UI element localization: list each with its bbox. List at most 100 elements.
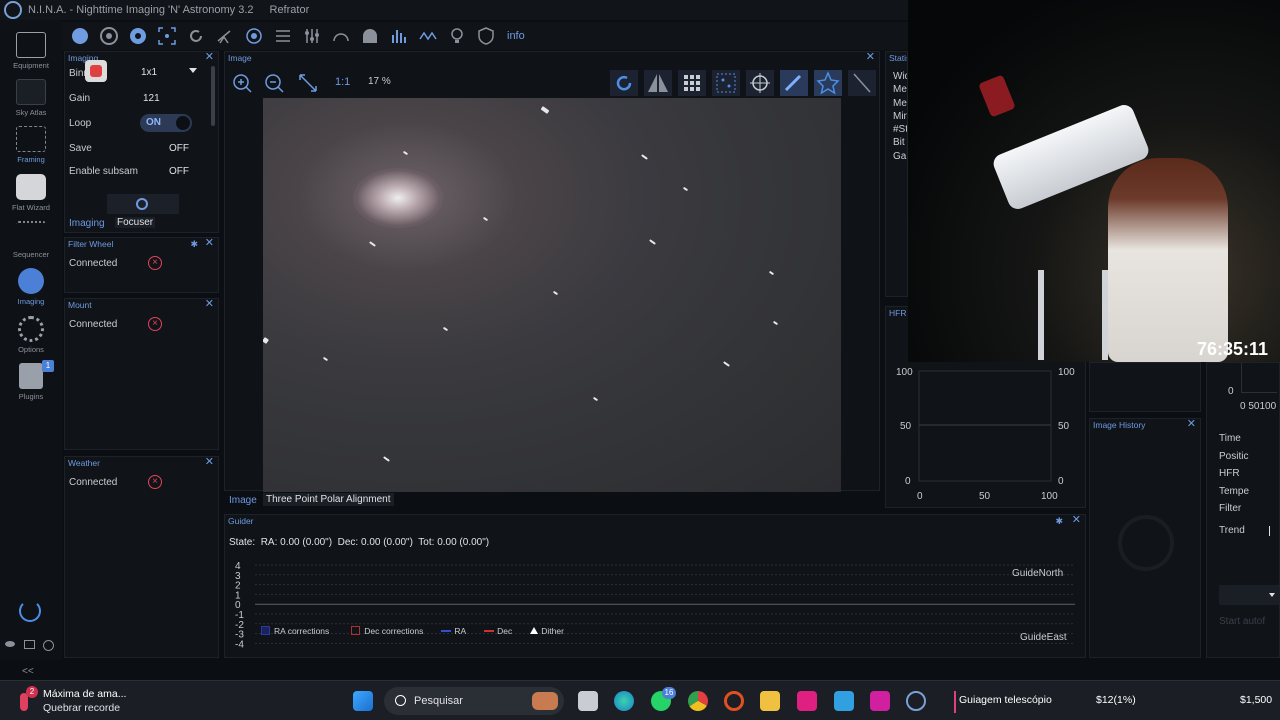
dotted-grid-icon xyxy=(716,73,736,93)
guider-state-line: State: RA: 0.00 (0.00") Dec: 0.00 (0.00"… xyxy=(229,537,489,548)
star xyxy=(552,290,559,296)
disconnected-icon[interactable]: × xyxy=(148,317,162,331)
dome-toolbar-button[interactable] xyxy=(358,24,382,48)
collapse-sidebar-button[interactable]: << xyxy=(22,666,34,677)
opera-icon[interactable] xyxy=(724,691,744,711)
taskbar-search[interactable]: Pesquisar xyxy=(384,687,564,715)
book-icon[interactable] xyxy=(24,640,35,649)
annotate-button[interactable] xyxy=(780,70,808,96)
scrollbar[interactable] xyxy=(211,66,215,126)
hfr-y-right-tick: 0 xyxy=(1058,476,1064,487)
hfr-y-left-tick: 0 xyxy=(905,476,911,487)
stretch-button[interactable] xyxy=(848,70,876,96)
sequence-toolbar-button[interactable] xyxy=(271,24,295,48)
legend-dec-corrections-swatch xyxy=(351,626,361,635)
close-icon[interactable]: ✕ xyxy=(1072,514,1081,527)
filter-wheel-toolbar-button[interactable] xyxy=(97,24,121,48)
guider-title: Guider xyxy=(228,516,254,526)
star xyxy=(383,456,390,462)
camera-toolbar-button[interactable] xyxy=(68,24,92,48)
focuser-toolbar-button[interactable] xyxy=(126,24,150,48)
tab-three-point-polar-alignment[interactable]: Three Point Polar Alignment xyxy=(263,493,394,506)
app-magenta-icon[interactable] xyxy=(870,691,890,711)
sidebar-item-framing[interactable]: Framing xyxy=(0,126,62,164)
sidebar-item-imaging[interactable]: Imaging xyxy=(0,268,62,306)
graph-toolbar-button[interactable] xyxy=(416,24,440,48)
disconnected-icon[interactable]: × xyxy=(148,475,162,489)
legend-dither-triangle xyxy=(530,627,539,634)
windows-start-icon[interactable] xyxy=(353,691,373,711)
stat-row: Med xyxy=(893,97,907,109)
power-icon[interactable] xyxy=(19,600,41,622)
tab-imaging[interactable]: Imaging xyxy=(69,218,105,229)
close-icon[interactable]: ✕ xyxy=(205,237,214,250)
filter-wheel-panel: Filter Wheel ✱ ✕ Connected × xyxy=(64,237,219,293)
gain-input[interactable]: 121 xyxy=(143,93,160,104)
sliders-icon xyxy=(305,29,319,43)
save-toggle[interactable]: OFF xyxy=(169,143,189,154)
chart-toolbar-button[interactable] xyxy=(387,24,411,48)
captured-image[interactable] xyxy=(263,98,841,492)
mount-toolbar-button[interactable] xyxy=(213,24,237,48)
info-toolbar-button[interactable]: info xyxy=(507,30,525,42)
rotator-toolbar-button[interactable] xyxy=(184,24,208,48)
disconnected-icon[interactable]: × xyxy=(148,256,162,270)
nina-taskbar-icon[interactable] xyxy=(906,691,926,711)
tab-image[interactable]: Image xyxy=(229,495,257,506)
auto-stretch-button[interactable] xyxy=(610,70,638,96)
filter-wheel-status: Connected xyxy=(69,258,118,269)
close-icon[interactable]: ✕ xyxy=(205,456,214,469)
hfr-x-tick: 50 xyxy=(979,491,991,502)
zoom-in-button[interactable] xyxy=(231,72,253,94)
hfr-y-right-tick: 50 xyxy=(1058,421,1070,432)
music-track[interactable]: Guiagem telescópio xyxy=(959,694,1052,706)
gain-label: Gain xyxy=(69,93,91,104)
task-view-icon[interactable] xyxy=(578,691,598,711)
guider-toolbar-button[interactable] xyxy=(242,24,266,48)
puzzle-icon xyxy=(19,363,43,389)
adjust-toolbar-button[interactable] xyxy=(300,24,324,48)
autofocus-select[interactable] xyxy=(1219,585,1279,605)
weather-toolbar-button[interactable] xyxy=(329,24,353,48)
tab-focuser[interactable]: Focuser xyxy=(115,217,156,228)
eye-icon[interactable] xyxy=(5,641,15,647)
guide-east-label: GuideEast xyxy=(1020,632,1067,643)
framing-icon xyxy=(16,126,46,152)
sidebar-item-sky-atlas[interactable]: Sky Atlas xyxy=(0,79,62,117)
close-icon[interactable]: ✕ xyxy=(205,298,214,311)
grid-button[interactable] xyxy=(678,70,706,96)
sidebar-item-equipment[interactable]: Equipment xyxy=(0,32,62,70)
notification-widget[interactable]: 2 Máxima de ama... Quebrar recorde xyxy=(18,686,158,716)
folder-icon[interactable] xyxy=(760,691,780,711)
framing-toolbar-button[interactable] xyxy=(155,24,179,48)
sidebar-item-sequencer[interactable]: Sequencer xyxy=(0,221,62,259)
sidebar-item-options[interactable]: Options xyxy=(0,316,62,354)
safety-toolbar-button[interactable] xyxy=(474,24,498,48)
chrome-icon[interactable] xyxy=(688,691,708,711)
sidebar-item-flat-wizard[interactable]: Flat Wizard xyxy=(0,174,62,212)
start-autofocus-button[interactable]: Start autof xyxy=(1219,616,1265,627)
zoom-1to1-button[interactable]: 1:1 xyxy=(335,76,350,88)
legend-dec-corrections: Dec corrections xyxy=(364,626,424,636)
sidebar-item-plugins[interactable]: Plugins 1 xyxy=(0,360,62,401)
close-icon[interactable]: ✕ xyxy=(205,51,214,64)
app-blue-icon[interactable] xyxy=(834,691,854,711)
bin-select[interactable]: 1x1 xyxy=(139,65,201,81)
star-detection-button[interactable] xyxy=(814,70,842,96)
fit-button[interactable] xyxy=(297,72,319,94)
star-detect-grid-button[interactable] xyxy=(712,70,740,96)
close-icon[interactable]: ✕ xyxy=(866,51,875,64)
info-icon[interactable] xyxy=(43,640,54,651)
settings-icon[interactable]: ✱ xyxy=(190,238,198,251)
capture-button[interactable] xyxy=(107,194,179,214)
flip-button[interactable] xyxy=(644,70,672,96)
settings-icon[interactable]: ✱ xyxy=(1055,515,1063,528)
app-pink-icon[interactable] xyxy=(797,691,817,711)
loop-toggle[interactable]: ON xyxy=(140,114,192,132)
subsample-toggle[interactable]: OFF xyxy=(169,166,189,177)
flat-panel-toolbar-button[interactable] xyxy=(445,24,469,48)
crosshair-button[interactable] xyxy=(746,70,774,96)
edge-icon[interactable] xyxy=(614,691,634,711)
zoom-out-button[interactable] xyxy=(263,72,285,94)
close-icon[interactable]: ✕ xyxy=(1187,418,1196,431)
